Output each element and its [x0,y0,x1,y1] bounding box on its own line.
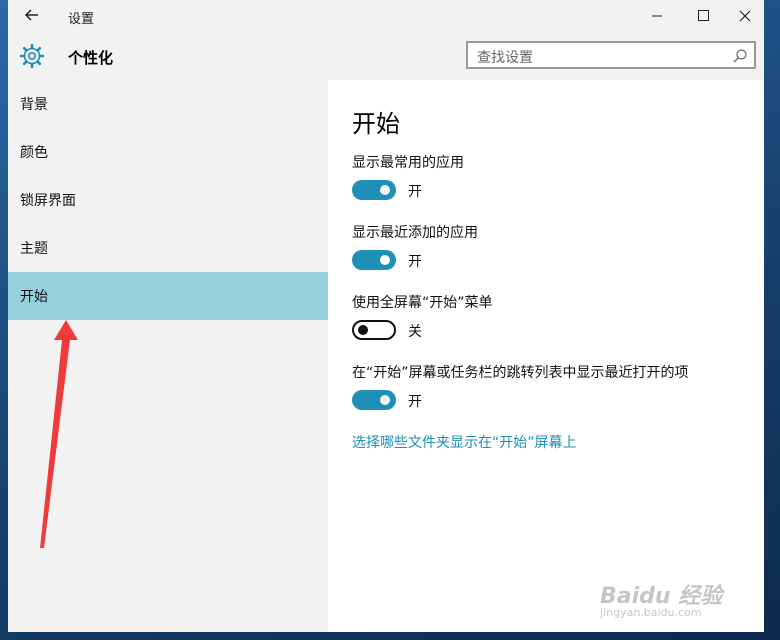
watermark-url: jingyan.baidu.com [600,606,702,619]
title-bar: 设置 [8,0,764,32]
close-icon[interactable] [722,0,768,32]
sidebar-item-lock-screen[interactable]: 锁屏界面 [8,176,328,224]
toggle-knob [358,325,368,335]
setting-label-full-screen-start: 使用全屏幕“开始”菜单 [352,295,493,311]
toggle-state-label: 关 [408,324,422,340]
toggle-knob [380,185,390,195]
toggle-state-label: 开 [408,394,422,410]
toggle-knob [380,395,390,405]
gear-icon [19,43,45,69]
back-arrow-icon[interactable] [22,5,42,25]
sidebar-item-background[interactable]: 背景 [8,80,328,128]
sidebar-item-colors[interactable]: 颜色 [8,128,328,176]
baidu-watermark: Baidu 经验 jingyan.baidu.com [600,578,722,619]
sidebar-item-start[interactable]: 开始 [8,272,328,320]
sidebar-item-label: 开始 [20,289,48,305]
setting-label-most-used-apps: 显示最常用的应用 [352,155,464,171]
window-title: 设置 [68,12,95,27]
search-placeholder: 查找设置 [477,50,533,66]
minimize-icon[interactable] [634,0,680,32]
settings-window: 设置 个性化 查找设置 背景 颜色 锁屏界面 主题 开始 开始 显示最常用的应用… [8,0,764,632]
sidebar-item-label: 背景 [20,97,48,113]
search-icon[interactable] [732,48,748,64]
sidebar-item-label: 锁屏界面 [20,193,76,209]
toggle-full-screen-start[interactable] [352,320,396,340]
search-input[interactable]: 查找设置 [466,41,756,69]
toggle-state-label: 开 [408,254,422,270]
maximize-icon[interactable] [680,0,726,32]
page-title: 开始 [352,110,400,138]
toggle-knob [380,255,390,265]
page-category-title: 个性化 [68,49,114,67]
choose-folders-link[interactable]: 选择哪些文件夹显示在“开始”屏幕上 [352,432,577,452]
setting-label-jump-lists: 在“开始”屏幕或任务栏的跳转列表中显示最近打开的项 [352,365,689,381]
toggle-state-label: 开 [408,184,422,200]
toggle-jump-lists[interactable] [352,390,396,410]
sidebar-item-label: 颜色 [20,145,48,161]
toggle-recently-added-apps[interactable] [352,250,396,270]
sidebar: 背景 颜色 锁屏界面 主题 开始 [8,80,328,632]
toggle-most-used-apps[interactable] [352,180,396,200]
sidebar-item-label: 主题 [20,241,48,257]
settings-header: 个性化 查找设置 [8,32,764,80]
main-content: 开始 显示最常用的应用 开 显示最近添加的应用 开 使用全屏幕“开始”菜单 关 … [328,80,764,632]
sidebar-item-themes[interactable]: 主题 [8,224,328,272]
setting-label-recently-added-apps: 显示最近添加的应用 [352,225,478,241]
